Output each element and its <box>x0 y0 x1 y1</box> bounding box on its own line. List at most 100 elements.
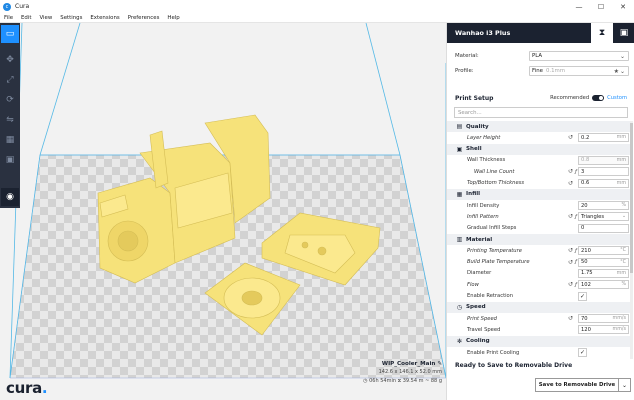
reset-icon[interactable]: ↺ <box>568 247 573 254</box>
edit-icon[interactable]: ✎ <box>437 361 442 367</box>
3d-viewport[interactable] <box>0 23 446 400</box>
save-to-removable-drive-button[interactable]: Save to Removable Drive <box>535 378 619 392</box>
setting-row: Wall Thickness 0.8 mm <box>447 155 633 166</box>
mode-recommended[interactable]: Recommended <box>550 95 589 101</box>
material-row: Material: PLA ⌄ <box>447 50 634 62</box>
maximize-button[interactable]: ☐ <box>590 0 612 13</box>
function-icon[interactable]: ƒ <box>575 282 577 288</box>
profile-value: Fine <box>532 68 543 74</box>
category-speed[interactable]: ◷ Speed <box>447 301 633 313</box>
reset-icon[interactable]: ↺ <box>568 259 573 266</box>
setting-row: Wall Line Count ↺ ƒ 3 <box>447 166 633 177</box>
setting-checkbox[interactable]: ✓ <box>578 291 587 301</box>
reset-icon[interactable]: ↺ <box>568 315 573 322</box>
print-setup-header: Print Setup Recommended Custom <box>447 91 634 105</box>
setting-value-input[interactable]: 0.8 mm <box>578 155 629 165</box>
job-name-text: WIP_Cooler_Main <box>381 361 436 367</box>
setting-row: Infill Pattern ↺ ƒ Triangles ⌄ <box>447 211 633 222</box>
reset-icon[interactable]: ↺ <box>568 213 573 220</box>
profile-row: Profile: Fine 0.1mm ★ ⌄ <box>447 65 634 77</box>
reset-icon[interactable]: ↺ <box>568 134 573 141</box>
category-material[interactable]: ▥ Material <box>447 234 633 245</box>
setting-row: Print Speed ↺ 70 mm/s <box>447 313 633 324</box>
monitor-tab[interactable]: ▣ <box>613 23 634 43</box>
chevron-down-icon: ⌄ <box>619 67 625 75</box>
printer-selector[interactable]: Wanhao i3 Plus <box>455 29 591 37</box>
category-label: Material <box>466 236 493 243</box>
setting-value-input[interactable]: 0.2 mm <box>578 133 629 143</box>
job-info: WIP_Cooler_Main ✎ 142.6 x 146.1 x 52.0 m… <box>363 361 442 384</box>
setting-value-input[interactable]: 3 <box>578 167 629 177</box>
category-infill[interactable]: ▦ Infill <box>447 188 633 200</box>
setting-row: Enable Retraction ✓ <box>447 291 633 302</box>
menu-help[interactable]: Help <box>163 15 183 21</box>
reset-icon[interactable]: ↺ <box>568 168 573 175</box>
setting-label: Top/Bottom Thickness <box>467 180 525 186</box>
support-blocker-tool[interactable]: ▣ <box>1 151 19 169</box>
job-estimates: ◷ 06h 54min ⧖ 39.54 m ~ 88 g <box>363 378 442 384</box>
setting-row: Top/Bottom Thickness ↺ 0.6 mm <box>447 178 633 189</box>
print-settings-tab[interactable]: ⧗ <box>591 23 613 43</box>
setting-label: Print Speed <box>467 315 497 322</box>
per-model-settings-tool[interactable]: ▦ <box>1 131 19 149</box>
menu-extensions[interactable]: Extensions <box>86 15 123 21</box>
output-device-dropdown[interactable]: ⌄ <box>619 378 631 392</box>
setting-row: Travel Speed 120 mm/s <box>447 324 633 335</box>
menu-edit[interactable]: Edit <box>17 15 35 21</box>
setting-value-input[interactable]: 50 °C <box>578 257 629 267</box>
setting-unit: % <box>621 203 626 209</box>
settings-search-input[interactable]: Search... <box>454 107 628 118</box>
view-mode-button[interactable]: ◉ <box>1 188 19 206</box>
setting-value-input[interactable]: Triangles ⌄ <box>578 212 629 222</box>
function-icon[interactable]: ƒ <box>575 259 577 265</box>
settings-scrollbar[interactable] <box>630 121 633 359</box>
reset-icon[interactable]: ↺ <box>568 180 573 187</box>
setting-unit: °C <box>620 259 626 265</box>
rotate-tool[interactable]: ⟳ <box>1 91 19 109</box>
scrollbar-thumb[interactable] <box>630 123 633 273</box>
setting-value-input[interactable]: 210 °C <box>578 246 629 256</box>
setting-value-input[interactable]: 1.75 mm <box>578 268 629 278</box>
profile-select[interactable]: Fine 0.1mm ★ ⌄ <box>529 66 629 76</box>
function-icon[interactable]: ƒ <box>575 214 577 220</box>
menu-file[interactable]: File <box>0 15 17 21</box>
star-icon[interactable]: ★ <box>614 68 619 75</box>
mode-custom[interactable]: Custom <box>607 95 627 101</box>
setting-value-input[interactable]: 0 <box>578 223 629 233</box>
cura-logo-icon: c <box>3 2 11 11</box>
mode-toggle[interactable] <box>592 95 605 101</box>
category-label: Cooling <box>466 338 490 345</box>
setting-checkbox[interactable]: ✓ <box>578 348 587 357</box>
close-button[interactable]: ✕ <box>612 0 634 13</box>
setting-value-input[interactable]: 120 mm/s <box>578 325 629 335</box>
job-name[interactable]: WIP_Cooler_Main ✎ <box>363 361 442 367</box>
setting-value-input[interactable]: 70 mm/s <box>578 314 629 324</box>
mirror-tool[interactable]: ⇋ <box>1 111 19 129</box>
scale-icon: ⤢ <box>6 74 14 85</box>
function-icon[interactable]: ƒ <box>575 248 577 254</box>
setting-value-input[interactable]: 0.6 mm <box>578 178 629 188</box>
setting-value: 0.6 <box>581 180 590 186</box>
category-shell[interactable]: ▣ Shell <box>447 143 633 155</box>
translate-icon: ✥ <box>6 54 14 65</box>
setting-row: Flow ↺ ƒ 102% <box>447 279 633 290</box>
open-file-button[interactable]: ▭ <box>1 25 19 43</box>
setting-value-input[interactable]: 20% <box>578 201 629 211</box>
menu-preferences[interactable]: Preferences <box>124 15 164 21</box>
menu-view[interactable]: View <box>35 15 56 21</box>
material-select[interactable]: PLA ⌄ <box>529 51 629 61</box>
settings-sidebar: Wanhao i3 Plus ⧗ ▣ Material: PLA ⌄ Profi… <box>446 23 634 400</box>
category-quality[interactable]: ▤ Quality <box>447 121 633 132</box>
minimize-button[interactable]: — <box>568 0 590 13</box>
reset-icon[interactable]: ↺ <box>568 281 573 288</box>
cooling-category-icon: ✻ <box>456 337 463 345</box>
category-label: Infill <box>466 191 481 198</box>
profile-label: Profile: <box>455 68 474 74</box>
setting-value-input[interactable]: 102% <box>578 280 629 290</box>
setting-unit: mm/s <box>612 327 626 333</box>
scale-tool[interactable]: ⤢ <box>1 71 19 89</box>
translate-tool[interactable]: ✥ <box>1 51 19 69</box>
function-icon[interactable]: ƒ <box>575 169 577 175</box>
category-cooling[interactable]: ✻ Cooling <box>447 335 633 347</box>
menu-settings[interactable]: Settings <box>56 15 86 21</box>
